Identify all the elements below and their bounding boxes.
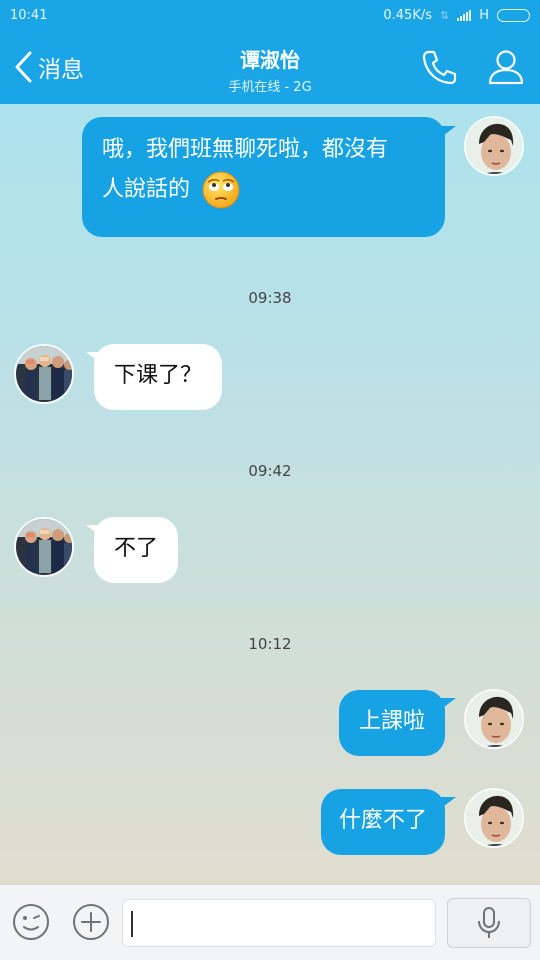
avatar-group-photo-image [16, 346, 72, 402]
conversation-title[interactable]: 谭淑怡 手机在线 - 2G [170, 44, 370, 95]
message-bubble-incoming[interactable]: 不了 [94, 517, 179, 583]
avatar-photo-image [466, 790, 522, 846]
message-text: 上課啦 [358, 709, 425, 734]
contact-avatar[interactable] [14, 517, 74, 577]
voice-button[interactable] [447, 898, 531, 948]
message-bubble-incoming[interactable]: 下课了？ [94, 344, 223, 410]
call-button[interactable] [420, 48, 458, 90]
status-bar: 10:41 0.45K/s ⇅ H [0, 0, 540, 30]
clock: 10:41 [10, 7, 48, 23]
message-timestamp: 09:42 [248, 462, 292, 480]
chat-header: 消息 谭淑怡 手机在线 - 2G [0, 30, 540, 104]
back-chevron-icon [15, 51, 32, 83]
message-text-line: 哦，我們班無聊死啦，都沒有 [102, 137, 389, 162]
message-text-line: 人說話的 [102, 170, 425, 210]
more-options-button[interactable] [72, 903, 110, 945]
message-bubble-outgoing[interactable]: 哦，我們班無聊死啦，都沒有 人說話的 [82, 117, 445, 237]
avatar-group-photo-image [16, 519, 72, 575]
network-speed: 0.45K/s [383, 7, 432, 23]
microphone-icon [478, 907, 500, 938]
network-type: H [479, 7, 489, 23]
message-list[interactable]: 哦，我們班無聊死啦，都沒有 人說話的 09:38 下课了？ 09:42 不了 1… [0, 104, 540, 884]
text-caret [131, 911, 133, 937]
profile-button[interactable] [486, 48, 526, 90]
avatar-photo-image [466, 118, 522, 174]
bubble-tail [440, 797, 456, 809]
phone-icon [422, 50, 457, 85]
message-text: 什麼不了 [338, 808, 427, 833]
my-avatar[interactable] [464, 788, 524, 848]
profile-icon [488, 50, 524, 85]
message-timestamp: 09:38 [248, 289, 292, 307]
message-timestamp: 10:12 [248, 635, 292, 653]
contact-avatar[interactable] [14, 344, 74, 404]
message-text: 不了 [114, 536, 159, 561]
back-label: 消息 [38, 57, 84, 83]
message-bubble-outgoing[interactable]: 上課啦 [338, 690, 445, 756]
message-text: 下课了？ [114, 363, 203, 388]
back-button[interactable]: 消息 [14, 50, 84, 84]
my-avatar[interactable] [464, 689, 524, 749]
avatar-photo-image [466, 691, 522, 747]
status-indicators: 0.45K/s ⇅ H [383, 8, 530, 23]
plus-icon [73, 904, 109, 940]
bubble-tail [440, 126, 456, 138]
rolling-eyes-emoji [202, 171, 240, 209]
message-input-bar [0, 884, 540, 960]
my-avatar[interactable] [464, 116, 524, 176]
data-arrows-icon: ⇅ [440, 8, 450, 22]
battery-icon [497, 8, 530, 22]
emoji-button[interactable] [12, 903, 50, 945]
bubble-tail [440, 698, 456, 710]
emoji-face-icon [13, 904, 49, 940]
signal-icon [457, 9, 472, 21]
contact-name: 谭淑怡 [240, 48, 300, 72]
message-bubble-outgoing[interactable]: 什麼不了 [320, 789, 445, 855]
message-text: 人說話的 [102, 177, 191, 202]
message-input[interactable] [122, 899, 436, 947]
contact-status: 手机在线 - 2G [228, 80, 312, 95]
